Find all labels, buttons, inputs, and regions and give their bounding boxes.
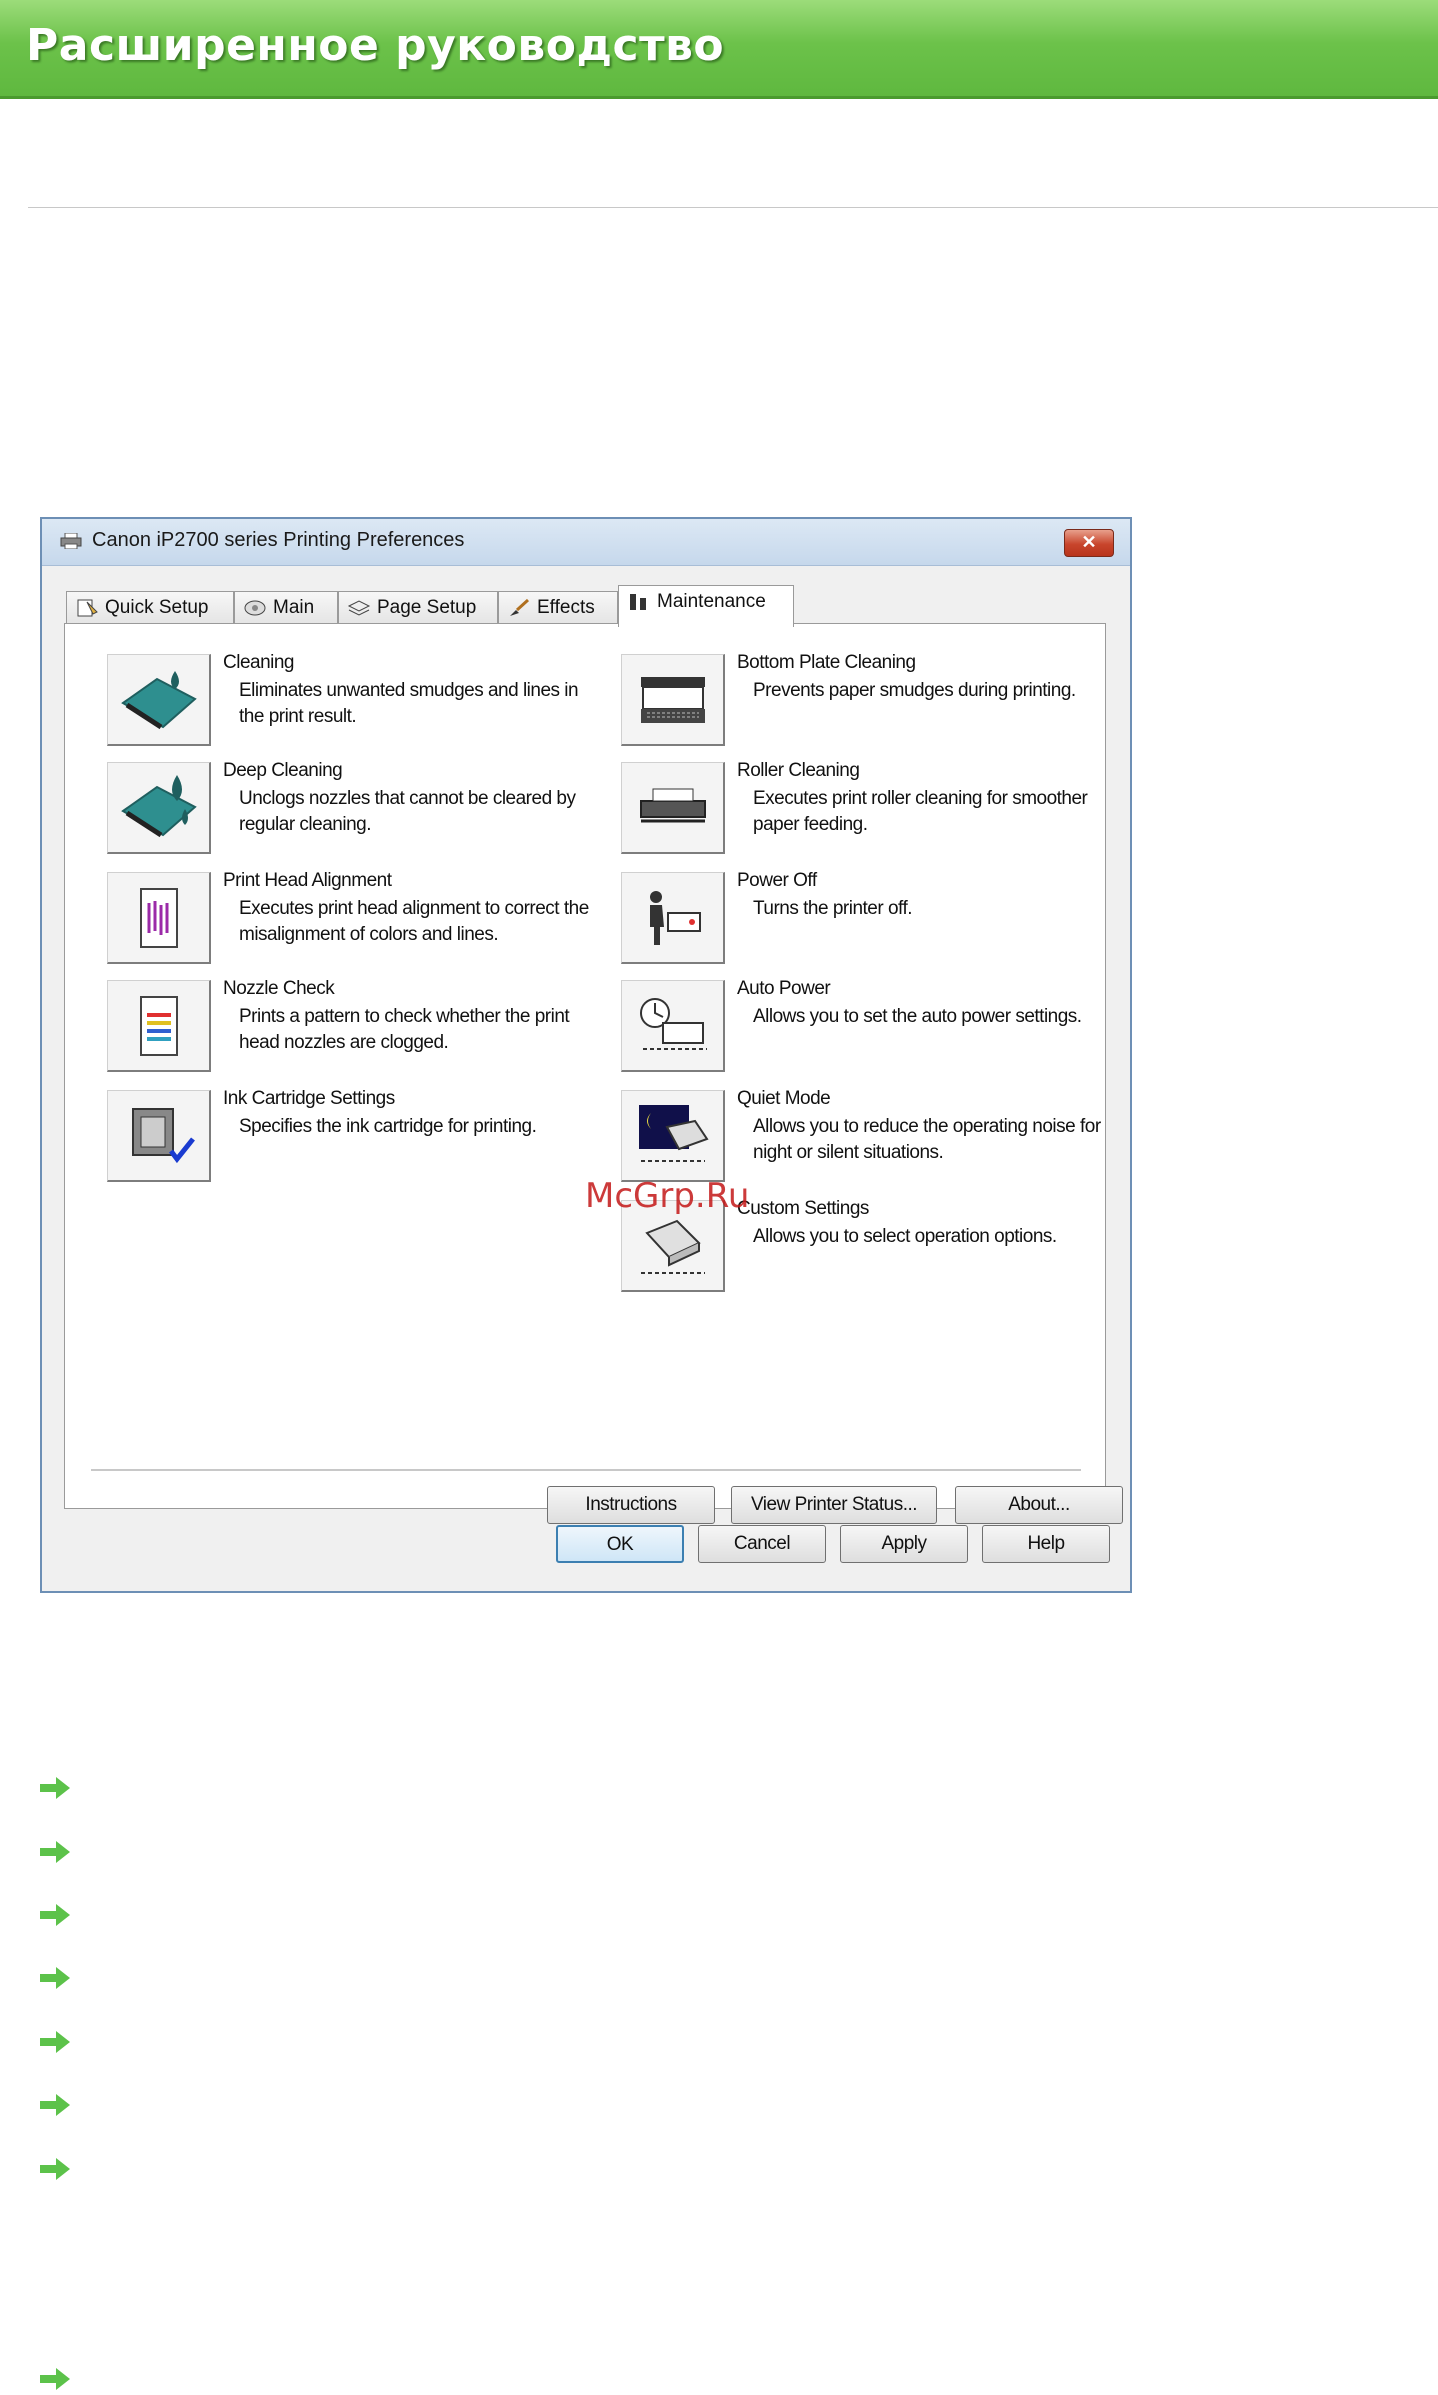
item-bottom-plate-cleaning: Bottom Plate Cleaning Prevents paper smu… <box>621 652 1121 754</box>
item-title: Nozzle Check <box>223 978 335 999</box>
custom-settings-icon <box>640 1219 705 1274</box>
roller-cleaning-button[interactable] <box>621 762 725 854</box>
item-description: Executes print roller cleaning for smoot… <box>753 788 1088 835</box>
page-header: Расширенное руководство <box>0 0 1438 99</box>
item-nozzle-check: Nozzle Check Prints a pattern to check w… <box>107 978 607 1080</box>
item-title: Custom Settings <box>737 1198 869 1219</box>
item-title: Cleaning <box>223 652 295 673</box>
item-title: Ink Cartridge Settings <box>223 1088 395 1109</box>
link-arrow-icon[interactable] <box>38 2366 72 2392</box>
tab-quick-setup[interactable]: Quick Setup <box>66 591 234 625</box>
item-description: Turns the printer off. <box>753 898 913 919</box>
link-arrow-icon[interactable] <box>38 1965 72 1991</box>
print-head-alignment-icon <box>139 887 178 948</box>
panel-separator <box>91 1469 1081 1472</box>
roller-cleaning-icon <box>639 788 706 822</box>
item-description: Allows you to select operation options. <box>753 1226 1057 1247</box>
tab-label: Maintenance <box>657 591 766 612</box>
item-title: Quiet Mode <box>737 1088 831 1109</box>
cleaning-icon <box>120 670 197 729</box>
tab-page-setup[interactable]: Page Setup <box>338 591 498 625</box>
tab-label: Effects <box>537 597 595 618</box>
item-title: Deep Cleaning <box>223 760 343 781</box>
item-description: Allows you to reduce the operating noise… <box>753 1116 1101 1163</box>
quick-setup-icon <box>77 599 98 617</box>
item-title: Auto Power <box>737 978 831 999</box>
item-description: Specifies the ink cartridge for printing… <box>239 1116 537 1137</box>
item-cleaning: Cleaning Eliminates unwanted smudges and… <box>107 652 607 754</box>
link-arrow-icon[interactable] <box>38 2092 72 2118</box>
link-arrow-icon[interactable] <box>38 1839 72 1865</box>
item-title: Power Off <box>737 870 817 891</box>
ok-button[interactable]: OK <box>556 1525 684 1563</box>
apply-button[interactable]: Apply <box>840 1525 968 1563</box>
tab-label: Quick Setup <box>105 597 209 618</box>
link-arrow-icon[interactable] <box>38 1902 72 1928</box>
tab-effects[interactable]: Effects <box>498 591 618 625</box>
link-arrow-icon[interactable] <box>38 1775 72 1801</box>
tab-main[interactable]: Main <box>234 591 338 625</box>
bottom-plate-cleaning-icon <box>640 676 705 723</box>
tab-strip: Quick Setup Main Page Setup Effects Main… <box>66 585 1106 627</box>
link-arrow-icon[interactable] <box>38 2156 72 2182</box>
link-arrow-icon[interactable] <box>38 2029 72 2055</box>
item-deep-cleaning: Deep Cleaning Unclogs nozzles that canno… <box>107 760 607 862</box>
item-auto-power: Auto Power Allows you to set the auto po… <box>621 978 1121 1080</box>
item-description: Allows you to set the auto power setting… <box>753 1006 1082 1027</box>
item-power-off: Power Off Turns the printer off. <box>621 870 1121 972</box>
cancel-button[interactable]: Cancel <box>698 1525 826 1563</box>
quiet-mode-button[interactable] <box>621 1090 725 1182</box>
maintenance-icon <box>630 593 646 610</box>
print-head-alignment-button[interactable] <box>107 872 211 964</box>
item-description: Eliminates unwanted smudges and lines in… <box>239 680 579 727</box>
deep-cleaning-icon <box>120 774 197 837</box>
tab-maintenance[interactable]: Maintenance <box>618 585 794 627</box>
dialog-title: Canon iP2700 series Printing Preferences <box>92 529 465 551</box>
power-off-icon <box>649 890 701 945</box>
main-icon <box>244 600 266 616</box>
help-button[interactable]: Help <box>982 1525 1110 1563</box>
view-printer-status-button[interactable]: View Printer Status... <box>731 1486 937 1524</box>
auto-power-icon <box>639 997 707 1050</box>
item-roller-cleaning: Roller Cleaning Executes print roller cl… <box>621 760 1121 862</box>
page-title: Расширенное руководство <box>26 20 725 71</box>
cleaning-button[interactable] <box>107 654 211 746</box>
deep-cleaning-button[interactable] <box>107 762 211 854</box>
item-print-head-alignment: Print Head Alignment Executes print head… <box>107 870 607 972</box>
item-description: Unclogs nozzles that cannot be cleared b… <box>239 788 576 835</box>
maintenance-panel: Cleaning Eliminates unwanted smudges and… <box>64 623 1123 1524</box>
item-ink-cartridge-settings: Ink Cartridge Settings Specifies the ink… <box>107 1088 607 1190</box>
item-quiet-mode: Quiet Mode Allows you to reduce the oper… <box>621 1088 1121 1190</box>
close-button[interactable]: ✕ <box>1064 529 1114 557</box>
printer-icon <box>60 533 82 549</box>
horizontal-rule <box>28 207 1438 208</box>
ink-cartridge-icon <box>131 1107 195 1163</box>
page-setup-icon <box>347 600 371 616</box>
power-off-button[interactable] <box>621 872 725 964</box>
effects-icon <box>510 598 530 616</box>
instructions-button[interactable]: Instructions <box>547 1486 715 1524</box>
nozzle-check-icon <box>139 995 178 1056</box>
printing-preferences-dialog: Canon iP2700 series Printing Preferences… <box>40 517 1132 1593</box>
item-description: Prints a pattern to check whether the pr… <box>239 1006 570 1053</box>
watermark: McGrp.Ru <box>585 1176 750 1216</box>
tab-label: Main <box>273 597 315 618</box>
ink-cartridge-settings-button[interactable] <box>107 1090 211 1182</box>
nozzle-check-button[interactable] <box>107 980 211 1072</box>
item-description: Executes print head alignment to correct… <box>239 898 589 945</box>
item-description: Prevents paper smudges during printing. <box>753 680 1076 701</box>
item-title: Bottom Plate Cleaning <box>737 652 916 673</box>
bottom-plate-cleaning-button[interactable] <box>621 654 725 746</box>
quiet-mode-icon <box>638 1104 709 1162</box>
tab-label: Page Setup <box>377 597 477 618</box>
dialog-titlebar[interactable]: Canon iP2700 series Printing Preferences… <box>42 519 1130 566</box>
item-title: Roller Cleaning <box>737 760 860 781</box>
auto-power-button[interactable] <box>621 980 725 1072</box>
about-button[interactable]: About... <box>955 1486 1123 1524</box>
item-title: Print Head Alignment <box>223 870 392 891</box>
